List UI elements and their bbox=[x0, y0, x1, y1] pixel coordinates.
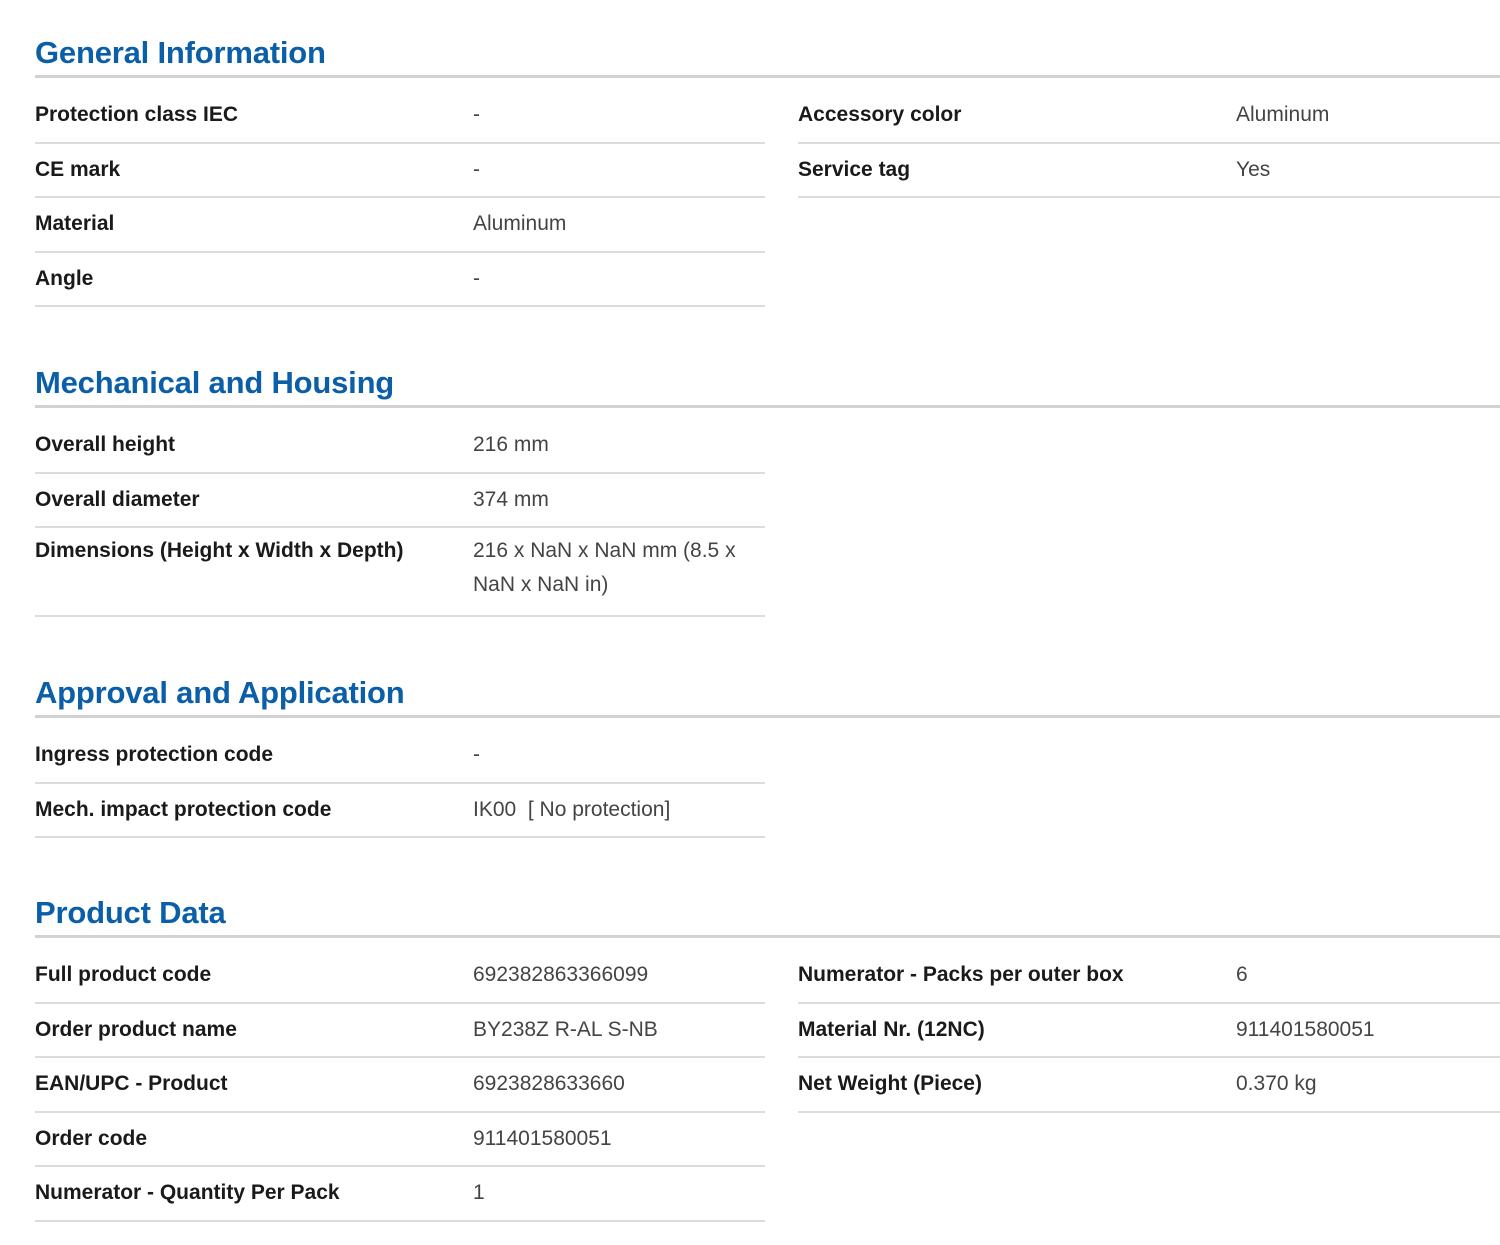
spec-label: Mech. impact protection code bbox=[35, 797, 332, 821]
spec-label: Overall height bbox=[35, 433, 176, 457]
spec-table-right: Numerator - Packs per outer box 6 Materi… bbox=[798, 949, 1500, 1113]
spec-row: EAN/UPC - Product 6923828633660 bbox=[35, 1058, 765, 1113]
section-title: Mechanical and Housing bbox=[35, 361, 1500, 408]
spec-table-left: Ingress protection code - Mech. impact p… bbox=[35, 729, 765, 838]
spec-row: CE mark - bbox=[35, 144, 765, 198]
spec-row: Order product name BY238Z R-AL S-NB bbox=[35, 1004, 765, 1058]
section-approval-and-application: Approval and Application Ingress protect… bbox=[35, 671, 1500, 838]
spec-label: Protection class IEC bbox=[35, 103, 239, 127]
spec-row: Ingress protection code - bbox=[35, 729, 765, 784]
section-title: Approval and Application bbox=[35, 671, 1500, 718]
spec-row: Overall diameter 374 mm bbox=[35, 474, 765, 528]
spec-label: Order product name bbox=[35, 1017, 237, 1041]
spec-label: Angle bbox=[35, 266, 94, 290]
spec-value: 374 mm bbox=[473, 487, 549, 511]
section-general-information: General Information Protection class IEC… bbox=[35, 31, 1500, 307]
spec-value: 911401580051 bbox=[473, 1126, 612, 1150]
spec-row: Full product code 692382863366099 bbox=[35, 949, 765, 1004]
spec-value: 911401580051 bbox=[1236, 1017, 1375, 1041]
spec-value: - bbox=[473, 103, 480, 127]
spec-row: Angle - bbox=[35, 253, 765, 307]
section-product-data: Product Data Full product code 692382863… bbox=[35, 891, 1500, 1222]
section-mechanical-and-housing: Mechanical and Housing Overall height 21… bbox=[35, 361, 1500, 617]
spec-row: Material Aluminum bbox=[35, 198, 765, 253]
section-title: General Information bbox=[35, 31, 1500, 78]
spec-value: BY238Z R-AL S-NB bbox=[473, 1017, 658, 1041]
spec-value: 6 bbox=[1236, 963, 1248, 987]
section-title: Product Data bbox=[35, 891, 1500, 938]
spec-label: Service tag bbox=[798, 157, 911, 181]
spec-value: - bbox=[473, 266, 480, 290]
spec-row: Material Nr. (12NC) 911401580051 bbox=[798, 1004, 1500, 1058]
spec-row: Protection class IEC - bbox=[35, 89, 765, 144]
spec-label: Ingress protection code bbox=[35, 743, 274, 767]
spec-row: Overall height 216 mm bbox=[35, 419, 765, 474]
spec-label: Dimensions (Height x Width x Depth) bbox=[35, 539, 404, 562]
spec-label: Material bbox=[35, 212, 115, 236]
spec-row: Service tag Yes bbox=[798, 144, 1500, 198]
spec-row: Numerator - Quantity Per Pack 1 bbox=[35, 1167, 765, 1222]
spec-label: Full product code bbox=[35, 963, 212, 987]
spec-row: Mech. impact protection code IK00 [ No p… bbox=[35, 784, 765, 838]
spec-label: EAN/UPC - Product bbox=[35, 1072, 228, 1096]
spec-label: CE mark bbox=[35, 157, 121, 181]
spec-label: Overall diameter bbox=[35, 487, 200, 511]
spec-value: 1 bbox=[473, 1181, 485, 1205]
spec-value: 692382863366099 bbox=[473, 963, 649, 987]
spec-value: 6923828633660 bbox=[473, 1072, 625, 1096]
spec-table-left: Protection class IEC - CE mark - Materia… bbox=[35, 89, 765, 307]
spec-label: Order code bbox=[35, 1126, 148, 1150]
spec-value: Aluminum bbox=[1236, 103, 1330, 127]
spec-table-right: Accessory color Aluminum Service tag Yes bbox=[798, 89, 1500, 198]
spec-row: Dimensions (Height x Width x Depth) 216 … bbox=[35, 528, 765, 617]
spec-row: Accessory color Aluminum bbox=[798, 89, 1500, 144]
spec-value: Yes bbox=[1236, 157, 1271, 181]
spec-label: Net Weight (Piece) bbox=[798, 1072, 982, 1096]
spec-row: Net Weight (Piece) 0.370 kg bbox=[798, 1058, 1500, 1113]
spec-row: Order code 911401580051 bbox=[35, 1113, 765, 1167]
spec-table-left: Full product code 692382863366099 Order … bbox=[35, 949, 765, 1222]
spec-value: 216 x NaN x NaN mm (8.5 x NaN x NaN in) bbox=[473, 539, 736, 596]
spec-value: - bbox=[473, 743, 480, 767]
spec-value: 0.370 kg bbox=[1236, 1072, 1317, 1096]
spec-table-left: Overall height 216 mm Overall diameter 3… bbox=[35, 419, 765, 617]
spec-row: Numerator - Packs per outer box 6 bbox=[798, 949, 1500, 1004]
spec-value: Aluminum bbox=[473, 212, 567, 236]
spec-value: IK00 [ No protection] bbox=[473, 797, 671, 821]
spec-label: Numerator - Quantity Per Pack bbox=[35, 1181, 340, 1205]
spec-label: Accessory color bbox=[798, 103, 962, 127]
spec-label: Material Nr. (12NC) bbox=[798, 1017, 985, 1041]
spec-value: - bbox=[473, 157, 480, 181]
spec-value: 216 mm bbox=[473, 433, 549, 457]
spec-label: Numerator - Packs per outer box bbox=[798, 963, 1124, 987]
